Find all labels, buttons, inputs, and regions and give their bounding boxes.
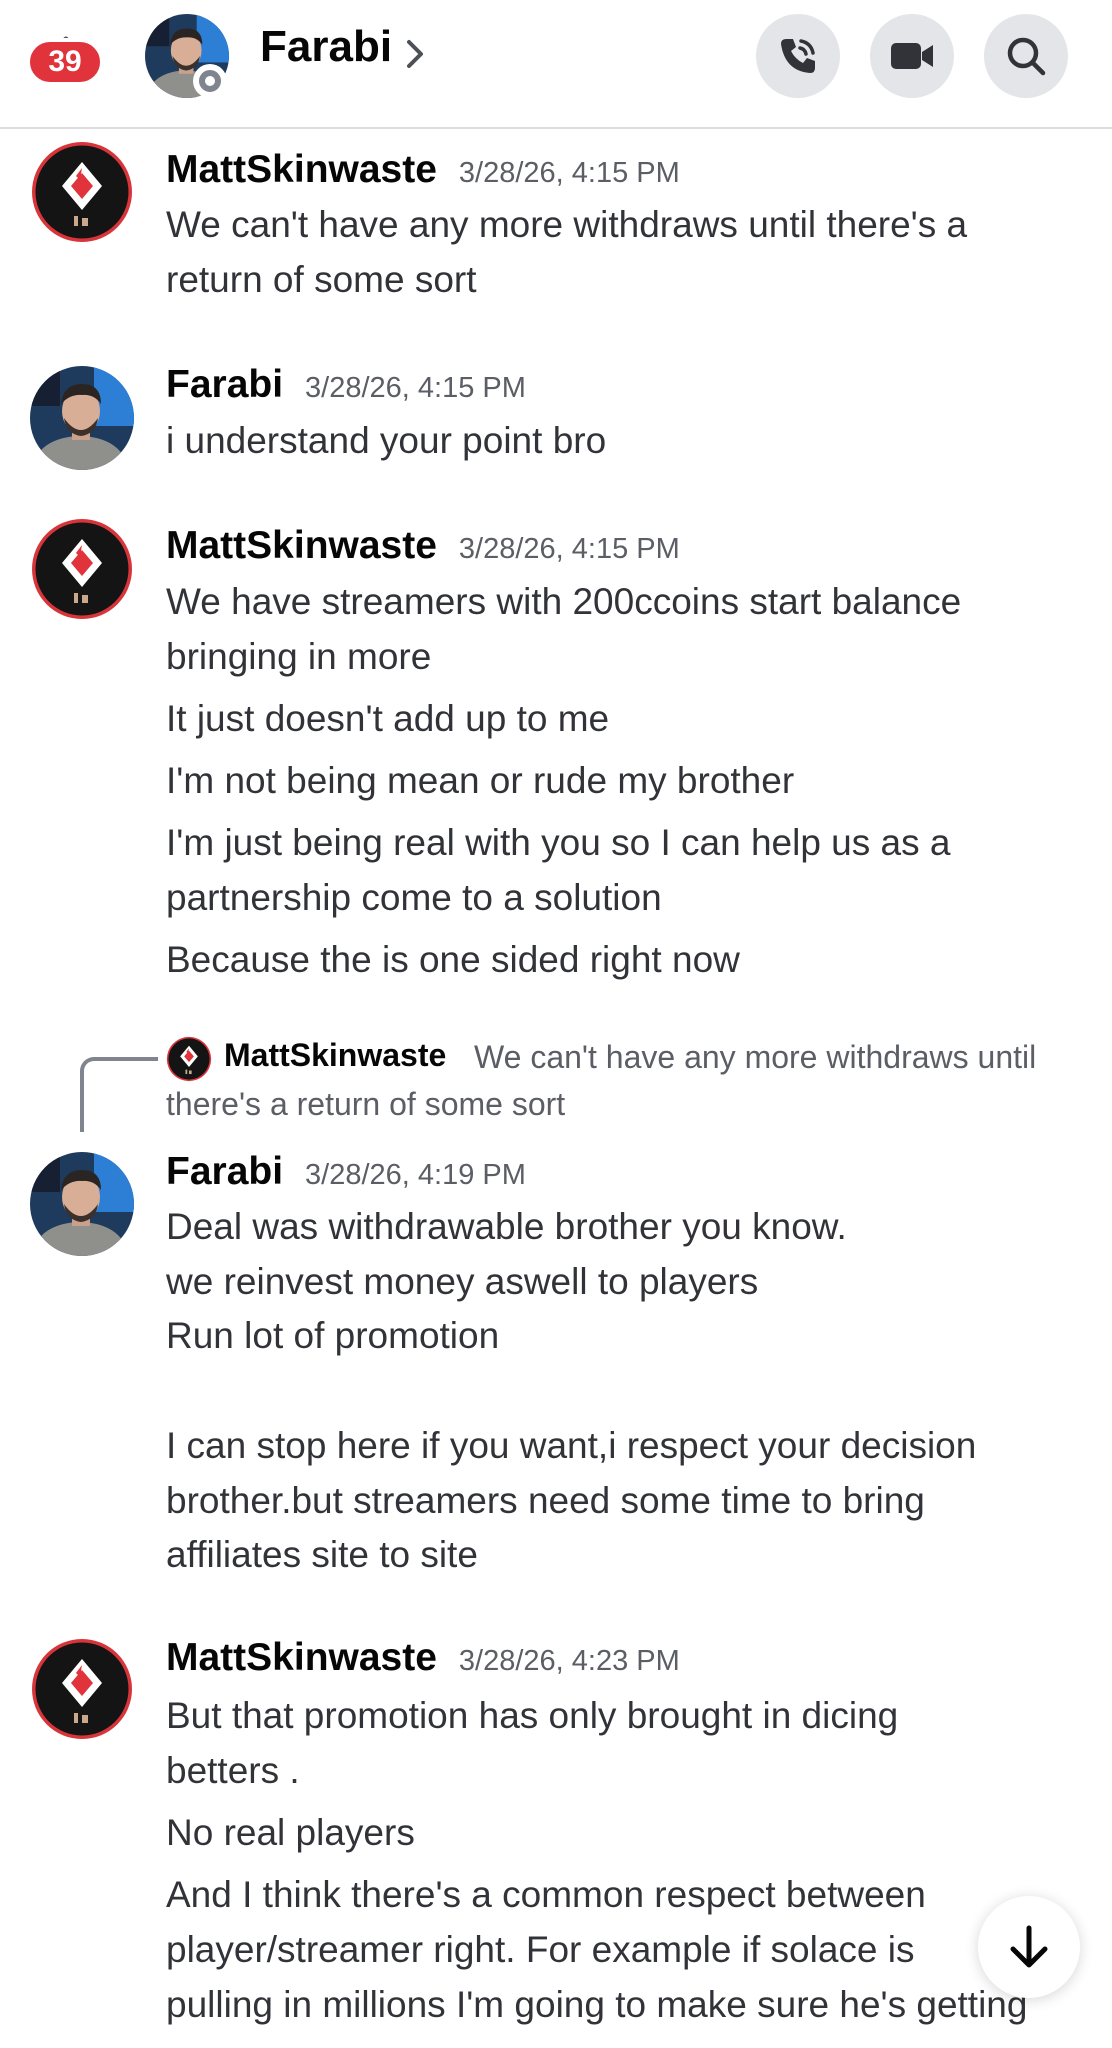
author-name[interactable]: Farabi [166,1150,283,1194]
message-text: I can stop here if you want,i respect yo… [166,1425,977,1466]
author-name[interactable]: Farabi [166,363,283,407]
message-text: return of some sort [166,259,477,300]
avatar[interactable] [30,366,134,470]
arrow-down-icon [1010,1925,1048,1968]
reply-text[interactable]: there's a return of some sort [166,1086,565,1123]
message-text: player/streamer right. For example if so… [166,1929,915,1970]
reply-author[interactable]: MattSkinwaste [224,1037,446,1074]
conversation-header: 39 Farabi [0,0,1112,129]
search-button[interactable] [984,14,1068,98]
jump-to-present-button[interactable] [978,1896,1080,1998]
message-text: Run lot of promotion [166,1315,500,1356]
message-timestamp: 3/28/26, 4:15 PM [305,372,526,404]
message-timestamp: 3/28/26, 4:15 PM [458,157,680,189]
message-timestamp: 3/28/26, 4:19 PM [305,1159,526,1191]
video-call-button[interactable] [870,14,954,98]
message-text: No real players [166,1812,415,1853]
message-text: I'm just being real with you so I can he… [166,822,951,863]
message-text: I'm not being mean or rude my brother [166,760,795,801]
avatar[interactable] [30,1637,134,1741]
author-name[interactable]: MattSkinwaste [166,524,437,568]
message-text: betters . [166,1750,300,1791]
phone-call-icon [781,39,815,73]
message-text: We can't have any more withdraws until t… [166,204,968,245]
message-text: bringing in more [166,636,432,677]
conversation-title[interactable]: Farabi [260,22,392,72]
message-author[interactable]: MattSkinwaste 3/28/26, 4:15 PM [166,148,680,192]
avatar[interactable] [30,140,134,244]
message-text: we reinvest money aswell to players [166,1261,759,1302]
avatar[interactable] [30,517,134,621]
message-text: And I think there's a common respect bet… [166,1874,926,1915]
message-author[interactable]: Farabi 3/28/26, 4:19 PM [166,1150,526,1194]
message-timestamp: 3/28/26, 4:15 PM [458,533,680,565]
search-icon [1007,37,1046,76]
reply-text[interactable]: We can't have any more withdraws until [474,1039,1036,1076]
reply-connector [80,1057,158,1132]
message-text: It just doesn't add up to me [166,698,610,739]
message-text: But that promotion has only brought in d… [166,1695,899,1736]
message-author[interactable]: MattSkinwaste 3/28/26, 4:15 PM [166,524,680,568]
message-text: We have streamers with 200ccoins start b… [166,581,962,622]
author-name[interactable]: MattSkinwaste [166,148,437,192]
voice-call-button[interactable] [756,14,840,98]
message-timestamp: 3/28/26, 4:23 PM [458,1645,680,1677]
message-text: i understand your point bro [166,420,607,461]
message-text: pulling in millions I'm going to make su… [166,1984,1028,2025]
unread-badge: 39 [26,38,104,86]
message-text: Deal was withdrawable brother you know. [166,1206,847,1247]
message-text: partnership come to a solution [166,877,662,918]
status-offline-icon [193,64,227,98]
author-name[interactable]: MattSkinwaste [166,1636,437,1680]
message-text: Because the is one sided right now [166,939,740,980]
message-text: brother.but streamers need some time to … [166,1480,925,1521]
video-camera-icon [891,43,933,69]
avatar[interactable] [30,1152,134,1256]
message-author[interactable]: MattSkinwaste 3/28/26, 4:23 PM [166,1636,680,1680]
chevron-right-icon[interactable] [404,38,426,70]
message-text: affiliates site to site [166,1534,478,1575]
message-author[interactable]: Farabi 3/28/26, 4:15 PM [166,363,526,407]
avatar[interactable] [166,1036,212,1082]
